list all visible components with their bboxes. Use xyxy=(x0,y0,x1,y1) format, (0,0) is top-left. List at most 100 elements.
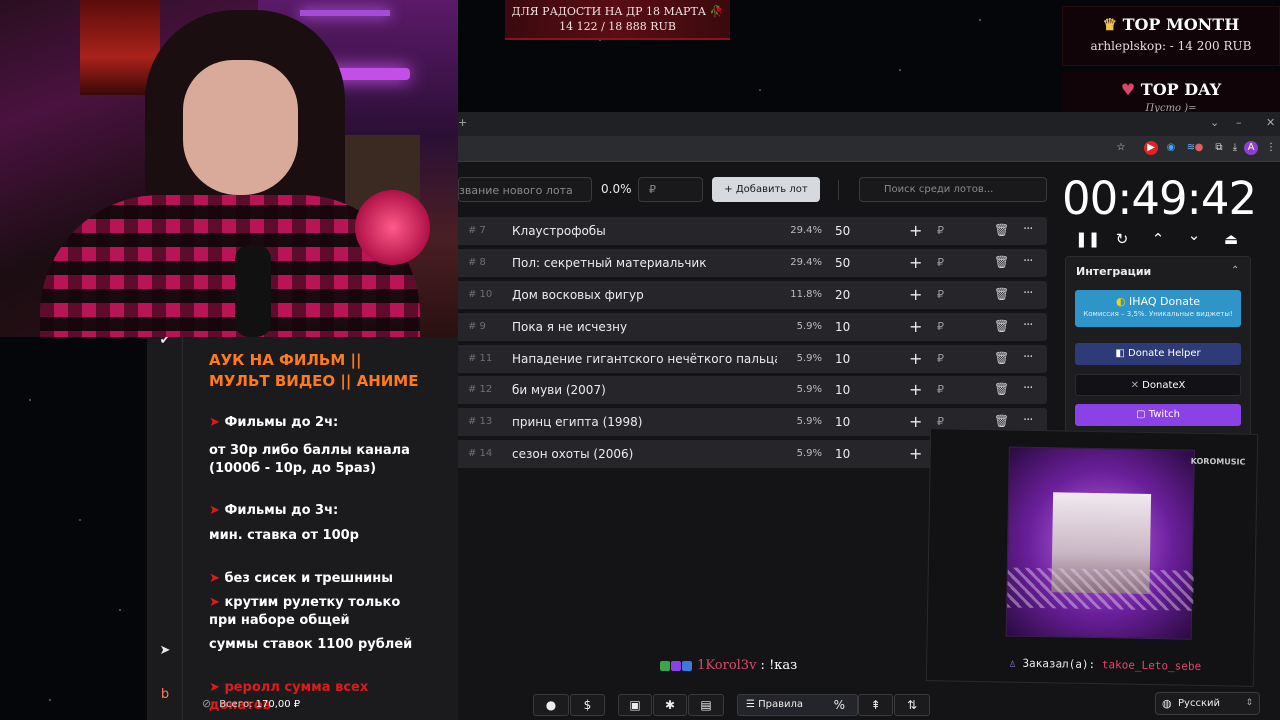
plus-icon[interactable]: + xyxy=(909,221,922,240)
split-icon: ⇞ xyxy=(870,698,881,712)
plus-icon[interactable]: + xyxy=(909,253,922,272)
ruble-icon[interactable]: ₽ xyxy=(937,352,944,365)
lot-name[interactable]: сезон охоты (2006) xyxy=(512,447,777,461)
chevron-updown-icon: ⇕ xyxy=(1245,698,1253,708)
music-brand-label: KOROMUSIC xyxy=(1190,456,1246,467)
lot-id: # 8 xyxy=(468,257,486,268)
lot-name[interactable]: Клаустрофобы xyxy=(512,224,777,238)
more-icon[interactable]: ··· xyxy=(1023,286,1033,301)
lot-percent: 5.9% xyxy=(796,416,822,427)
goal-title: ДЛЯ РАДОСТИ НА ДР 18 МАРТА 🥀 xyxy=(511,5,724,18)
lot-name[interactable]: Нападение гигантского нечёткого пальца (… xyxy=(512,352,777,366)
ruble-icon[interactable]: ₽ xyxy=(937,383,944,396)
trash-icon[interactable]: 🗑 xyxy=(994,382,1009,396)
trash-icon[interactable]: 🗑 xyxy=(994,255,1009,269)
lot-name[interactable]: принц египта (1998) xyxy=(512,415,777,429)
profile-avatar[interactable]: A xyxy=(1244,141,1258,155)
sound-extension-icon[interactable]: ◉ xyxy=(1164,141,1178,155)
lot-row[interactable]: # 8 Пол: секретный материальчик 29.4% 50 + ₽ 🗑… xyxy=(433,249,1047,277)
minimize-icon[interactable]: – xyxy=(1236,116,1242,129)
lot-row[interactable]: # 10 Дом восковых фигур 11.8% 20 + ₽ 🗑 ··· xyxy=(433,281,1047,309)
plus-icon[interactable]: + xyxy=(909,349,922,368)
lot-amount: 10 xyxy=(835,415,851,429)
lot-name[interactable]: Дом восковых фигур xyxy=(512,288,777,302)
currency-button[interactable]: $ xyxy=(570,694,605,716)
archive-button[interactable]: ▤ xyxy=(688,694,724,716)
download-icon[interactable]: ⤓ xyxy=(1228,141,1242,155)
save-button[interactable]: ▣ xyxy=(618,694,652,716)
trash-icon[interactable]: 🗑 xyxy=(994,351,1009,365)
ruble-icon[interactable]: ₽ xyxy=(937,320,944,333)
pause-icon[interactable]: ❚❚ xyxy=(1075,230,1100,248)
plus-icon[interactable]: + xyxy=(909,412,922,431)
trash-icon[interactable]: 🗑 xyxy=(994,223,1009,237)
plus-icon[interactable]: + xyxy=(909,285,922,304)
globe-icon: ◍ xyxy=(1162,697,1172,710)
ihaq-donate-button[interactable]: ◐ IHAQ Donate Комиссия – 3,5%. Уникальны… xyxy=(1075,290,1241,327)
github-icon: ● xyxy=(545,698,557,712)
more-icon[interactable]: ··· xyxy=(1023,350,1033,365)
lot-name[interactable]: би муви (2007) xyxy=(512,383,777,397)
telegram-icon[interactable]: ➤ xyxy=(157,643,173,659)
language-select[interactable]: ◍ Русский ⇕ xyxy=(1155,692,1260,715)
lot-row[interactable]: 6# 12би муви (2007)5.9%10+₽🗑··· xyxy=(433,376,1047,404)
integrations-title: Интеграции xyxy=(1076,265,1152,278)
trash-icon[interactable]: 🗑 xyxy=(994,319,1009,333)
youtube-extension-icon[interactable]: ▶ xyxy=(1144,141,1158,155)
close-icon[interactable]: ✕ xyxy=(1266,116,1275,129)
lot-row[interactable]: # 7 Клаустрофобы 29.4% 50 + ₽ 🗑 ··· xyxy=(433,217,1047,245)
donate-helper-button[interactable]: ◧ Donate Helper xyxy=(1075,343,1241,365)
twitch-button[interactable]: ▢ Twitch xyxy=(1075,404,1241,426)
new-lot-percent: 0.0% xyxy=(601,182,632,196)
eject-icon[interactable]: ⏏ xyxy=(1221,230,1241,248)
new-lot-name-input[interactable]: звание нового лота xyxy=(458,177,592,202)
record-extension-icon[interactable]: ● xyxy=(1192,141,1206,155)
more-icon[interactable]: ··· xyxy=(1023,318,1033,333)
chevron-up-icon[interactable]: ⌃ xyxy=(1148,230,1168,248)
rules-button[interactable]: ☰ Правила % xyxy=(737,694,858,716)
lot-percent: 29.4% xyxy=(790,257,822,268)
ruble-icon[interactable]: ₽ xyxy=(937,288,944,301)
arrow-icon: ➤ xyxy=(209,415,220,430)
new-tab-icon[interactable]: + xyxy=(458,116,467,129)
more-icon[interactable]: ··· xyxy=(1023,413,1033,428)
chevron-down-icon[interactable]: ⌄ xyxy=(1184,226,1204,244)
plus-icon[interactable]: + xyxy=(909,317,922,336)
more-icon[interactable]: ··· xyxy=(1023,222,1033,237)
music-order-line: ♙ Заказал(а): takoe_Leto_sebe xyxy=(1009,657,1201,673)
new-lot-amount-input[interactable]: ₽ xyxy=(638,177,703,202)
plus-icon[interactable]: + xyxy=(909,380,922,399)
trash-icon[interactable]: 🗑 xyxy=(994,414,1009,428)
more-icon[interactable]: ··· xyxy=(1023,254,1033,269)
boosty-icon[interactable]: b xyxy=(157,687,173,703)
eye-off-icon[interactable]: ⊘ xyxy=(202,697,216,710)
heart-icon: ♥ xyxy=(1120,80,1136,99)
reset-icon[interactable]: ↻ xyxy=(1112,230,1132,248)
lot-row[interactable]: 5# 11Нападение гигантского нечёткого пал… xyxy=(433,345,1047,373)
add-lot-button[interactable]: + Добавить лот xyxy=(712,177,820,202)
trash-icon[interactable]: 🗑 xyxy=(994,287,1009,301)
star-icon[interactable]: ☆ xyxy=(1114,141,1128,155)
ruble-icon[interactable]: ₽ xyxy=(937,224,944,237)
lot-search-input[interactable]: Поиск среди лотов... xyxy=(859,177,1047,202)
sort-button[interactable]: ⇅ xyxy=(894,694,930,716)
lot-row[interactable]: # 9 Пока я не исчезну 5.9% 10 + ₽ 🗑 ··· xyxy=(433,313,1047,341)
lot-name[interactable]: Пол: секретный материальчик xyxy=(512,256,777,270)
split-button[interactable]: ⇞ xyxy=(858,694,893,716)
more-icon[interactable]: ··· xyxy=(1023,381,1033,396)
lot-name[interactable]: Пока я не исчезну xyxy=(512,320,777,334)
donate-helper-icon: ◧ xyxy=(1115,348,1129,359)
chevron-down-icon[interactable]: ⌄ xyxy=(1210,116,1219,129)
browser-menu-icon[interactable]: ⋮ xyxy=(1264,141,1278,155)
lot-id: # 9 xyxy=(468,321,486,332)
films-3h-title: Фильмы до 3ч: xyxy=(224,503,339,518)
plus-icon[interactable]: + xyxy=(909,444,922,463)
ruble-icon[interactable]: ₽ xyxy=(937,415,944,428)
github-button[interactable]: ● xyxy=(533,694,569,716)
ruble-icon[interactable]: ₽ xyxy=(937,256,944,269)
bug-report-button[interactable]: ✱ xyxy=(653,694,687,716)
chat-username: 1Korol3v xyxy=(697,658,757,673)
donatex-button[interactable]: ✕ DonateX xyxy=(1075,374,1241,396)
extensions-icon[interactable]: ⧉ xyxy=(1212,141,1226,155)
chevron-up-icon[interactable]: ⌃ xyxy=(1231,265,1239,276)
